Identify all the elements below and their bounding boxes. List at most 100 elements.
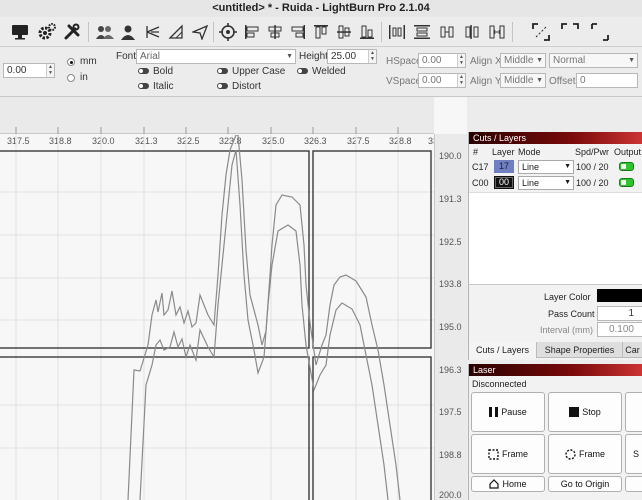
pass-count-input[interactable]: 1 bbox=[597, 306, 642, 321]
align-bottom-bars-icon[interactable] bbox=[357, 21, 377, 43]
align-x-select[interactable]: Middle ▼ bbox=[500, 53, 546, 68]
align-right-bars-icon[interactable] bbox=[288, 21, 308, 43]
layer-num: C00 bbox=[472, 178, 489, 188]
layer-color-label: Layer Color bbox=[544, 292, 591, 302]
laser-status: Disconnected bbox=[472, 379, 527, 389]
align-spacing-icon[interactable] bbox=[487, 21, 507, 43]
layer-color-swatch[interactable]: 00 bbox=[494, 176, 514, 189]
spinner-arrows-icon[interactable]: ▲ ▼ bbox=[368, 50, 376, 63]
settings-gear-icon[interactable] bbox=[37, 21, 57, 43]
mm-label: mm bbox=[80, 56, 97, 67]
chevron-down-icon: ▼ bbox=[286, 53, 293, 60]
column-header-layer: Layer bbox=[492, 147, 515, 157]
spinner-arrows-icon[interactable]: ▲ ▼ bbox=[457, 74, 465, 87]
frame-button[interactable]: Frame bbox=[471, 434, 545, 474]
layer-num: C17 bbox=[472, 162, 489, 172]
extra-s-button[interactable]: S bbox=[625, 434, 642, 474]
crop-corners-icon[interactable] bbox=[560, 21, 580, 43]
mm-radio[interactable] bbox=[67, 58, 75, 66]
pause-icon bbox=[489, 407, 499, 417]
distribute-h2-icon[interactable] bbox=[437, 21, 457, 43]
layer-color-picker[interactable] bbox=[597, 289, 642, 302]
go-to-origin-button[interactable]: Go to Origin bbox=[548, 476, 622, 492]
vspace-input[interactable]: 0.00 ▲ ▼ bbox=[418, 73, 466, 88]
ruler-tick-label: 198.8 bbox=[439, 450, 462, 460]
canvas-work-area[interactable] bbox=[0, 134, 434, 500]
height-input[interactable]: 25.00 ▲ ▼ bbox=[327, 49, 377, 64]
hspace-input[interactable]: 0.00 ▲ ▼ bbox=[418, 53, 466, 68]
layer-output-toggle[interactable] bbox=[619, 162, 634, 171]
ruler-tick-label: 192.5 bbox=[439, 237, 462, 247]
extra-small-button[interactable] bbox=[625, 476, 642, 492]
tab-cuts-layers[interactable]: Cuts / Layers bbox=[469, 342, 537, 358]
align-x-label: Align X bbox=[470, 56, 502, 67]
ruler-tick-label: 195.0 bbox=[439, 322, 462, 332]
distribute-v-icon[interactable] bbox=[412, 21, 432, 43]
align-y-label: Align Y bbox=[470, 76, 502, 87]
window-title: <untitled> * - Ruida - LightBurn Pro 2.1… bbox=[212, 2, 430, 14]
target-crosshair-icon[interactable] bbox=[218, 21, 238, 43]
window-title-bar: <untitled> * - Ruida - LightBurn Pro 2.1… bbox=[0, 0, 642, 17]
align-y-select[interactable]: Middle ▼ bbox=[500, 73, 546, 88]
align-left-bars-icon[interactable] bbox=[242, 21, 262, 43]
home-button[interactable]: Home bbox=[471, 476, 545, 492]
tools-icon[interactable] bbox=[62, 21, 82, 43]
users-group-icon[interactable] bbox=[95, 21, 115, 43]
ruler-tick-label: 190.0 bbox=[439, 151, 462, 161]
tab-camera[interactable]: Car bbox=[623, 342, 642, 358]
extra-button[interactable] bbox=[625, 392, 642, 432]
upper-case-label: Upper Case bbox=[232, 66, 286, 77]
send-triangle-icon[interactable] bbox=[166, 21, 186, 43]
bold-toggle[interactable] bbox=[138, 68, 149, 74]
monitor-icon[interactable] bbox=[10, 21, 30, 43]
resize-corners-icon[interactable] bbox=[531, 21, 551, 43]
font-label: Font bbox=[116, 51, 137, 62]
ruler-tick-label: 193.8 bbox=[439, 279, 462, 289]
in-radio[interactable] bbox=[67, 74, 75, 82]
align-center-v-bars-icon[interactable] bbox=[265, 21, 285, 43]
distribute-v2-icon[interactable] bbox=[462, 21, 482, 43]
layer-color-swatch[interactable]: 17 bbox=[494, 160, 514, 173]
layer-row[interactable]: C17 17 Line ▼ 100 / 20 bbox=[469, 159, 642, 175]
upper-case-toggle[interactable] bbox=[217, 68, 228, 74]
align-left-arrow-icon[interactable] bbox=[143, 21, 163, 43]
toolbar-separator bbox=[88, 22, 89, 42]
spinner-arrows-icon[interactable]: ▲ ▼ bbox=[457, 54, 465, 67]
interval-input[interactable]: 0.100 bbox=[597, 322, 642, 337]
text-mode-select[interactable]: Normal ▼ bbox=[549, 53, 638, 68]
distribute-h-icon[interactable] bbox=[387, 21, 407, 43]
text-property-bar: 0.00 ▲ ▼ mm in Font Arial ▼ Height 25.00 ▲… bbox=[0, 47, 642, 97]
main-toolbar bbox=[0, 17, 642, 47]
chevron-down-icon: ▼ bbox=[564, 163, 571, 170]
stop-button[interactable]: Stop bbox=[548, 392, 622, 432]
distort-toggle[interactable] bbox=[217, 83, 228, 89]
welded-label: Welded bbox=[312, 66, 346, 77]
pause-button[interactable]: Pause bbox=[471, 392, 545, 432]
send-plane-icon[interactable] bbox=[190, 21, 210, 43]
column-header-spd-pwr: Spd/Pwr bbox=[575, 147, 610, 157]
align-middle-bars-icon[interactable] bbox=[334, 21, 354, 43]
layer-output-toggle[interactable] bbox=[619, 178, 634, 187]
spinner-arrows-icon[interactable]: ▲ ▼ bbox=[46, 64, 54, 77]
font-select[interactable]: Arial ▼ bbox=[136, 49, 296, 64]
layer-row[interactable]: C00 00 Line ▼ 100 / 20 bbox=[469, 175, 642, 191]
layer-properties: Layer Color Pass Count 1 Interval (mm) 0… bbox=[468, 284, 642, 342]
tab-shape-properties[interactable]: Shape Properties bbox=[537, 342, 623, 358]
panel-tab-bar: Cuts / Layers Shape Properties Car bbox=[468, 342, 642, 358]
frame-corners-icon[interactable] bbox=[590, 21, 610, 43]
top-ruler: 317.5 318.8 320.0 321.3 322.5 323.8 325.… bbox=[0, 97, 451, 146]
ruler-tick-label: 197.5 bbox=[439, 407, 462, 417]
position-input[interactable]: 0.00 ▲ ▼ bbox=[3, 63, 55, 78]
layer-speed-power: 100 / 20 bbox=[576, 178, 609, 188]
layer-mode-select[interactable]: Line ▼ bbox=[518, 176, 574, 190]
column-header-num: # bbox=[473, 147, 479, 157]
frame-circle-button[interactable]: Frame bbox=[548, 434, 622, 474]
align-top-bars-icon[interactable] bbox=[311, 21, 331, 43]
height-label: Height bbox=[299, 51, 328, 62]
layer-mode-select[interactable]: Line ▼ bbox=[518, 160, 574, 174]
italic-toggle[interactable] bbox=[138, 83, 149, 89]
user-icon[interactable] bbox=[118, 21, 138, 43]
waveform-outline bbox=[127, 134, 401, 500]
offset-input[interactable]: 0 bbox=[576, 73, 638, 88]
welded-toggle[interactable] bbox=[297, 68, 308, 74]
